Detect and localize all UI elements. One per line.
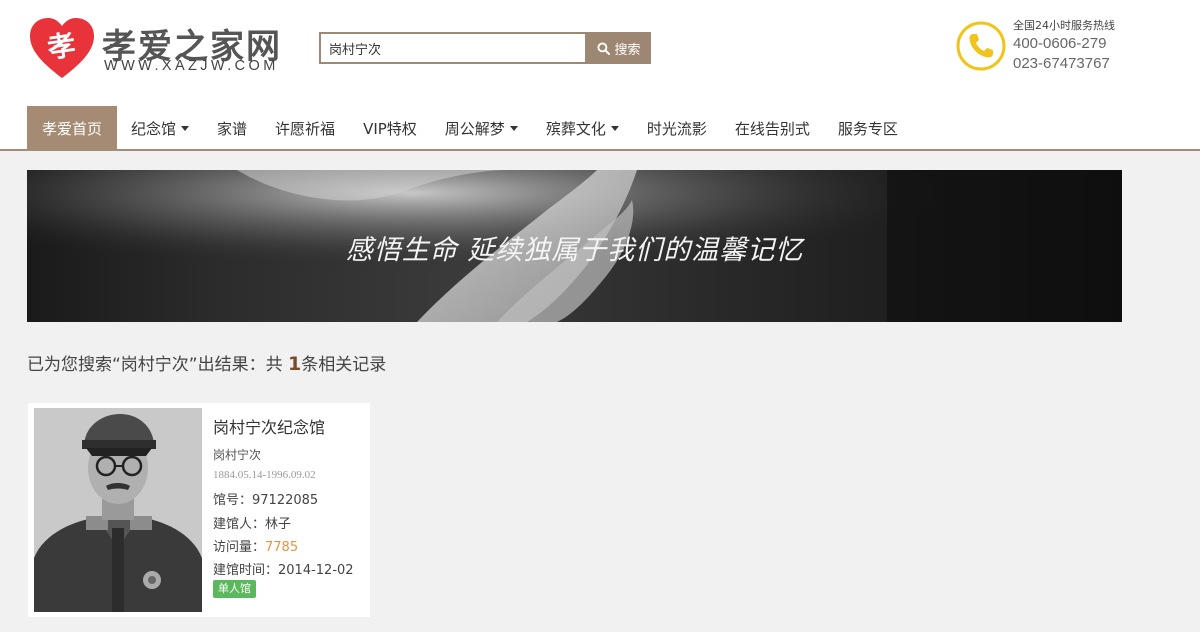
memorial-founder-value: 林子 [265, 517, 292, 532]
nav-item-label: 孝爱首页 [42, 119, 103, 138]
memorial-visits-value: 7785 [265, 540, 299, 555]
site-logo[interactable]: 孝 孝爱之家网 WWW.XAZJW.COM [28, 16, 318, 80]
nav-item-label: 时光流影 [646, 119, 707, 138]
nav-item-2[interactable]: 家谱 [203, 106, 261, 150]
nav-item-6[interactable]: 殡葬文化 [532, 106, 633, 150]
caret-down-icon [181, 125, 190, 131]
nav-item-label: 服务专区 [837, 119, 898, 138]
memorial-created-label: 建馆时间： [213, 563, 279, 578]
memorial-visits-label: 访问量： [213, 540, 266, 555]
phone-icon [956, 21, 1006, 71]
nav-item-7[interactable]: 时光流影 [633, 106, 721, 150]
nav-item-3[interactable]: 许愿祈福 [261, 106, 349, 150]
memorial-title[interactable]: 岗村宁次纪念馆 [213, 414, 325, 438]
memorial-id-value: 97122085 [252, 493, 319, 508]
nav-item-label: 殡葬文化 [545, 119, 606, 138]
nav-item-5[interactable]: 周公解梦 [431, 106, 532, 150]
search-button[interactable]: 搜索 [587, 32, 651, 64]
nav-item-label: 纪念馆 [131, 119, 177, 138]
search-input[interactable] [319, 32, 587, 64]
memorial-id: 馆号：97122085 [213, 489, 318, 508]
nav-item-label: 许愿祈福 [275, 119, 336, 138]
hero-banner: 感悟生命 延续独属于我们的温馨记忆 [27, 170, 1122, 322]
nav-list: 孝爱首页 纪念馆 家谱 许愿祈福 VIP特权 周公解梦 殡葬文化 时光流影 在线告别式 服务专区 [27, 106, 912, 150]
result-prefix: 已为您搜索“岗村宁次”出结果：共 [27, 355, 289, 375]
memorial-dates: 1884.05.14-1996.09.02 [213, 469, 316, 481]
result-count: 1 [288, 353, 302, 375]
heart-logo-icon: 孝 [30, 18, 94, 78]
portrait-image [34, 408, 202, 612]
site-url: WWW.XAZJW.COM [104, 58, 279, 74]
nav-item-9[interactable]: 服务专区 [824, 106, 912, 150]
memorial-founder-label: 建馆人： [213, 517, 266, 532]
caret-down-icon [610, 125, 619, 131]
nav-item-8[interactable]: 在线告别式 [721, 106, 824, 150]
search-result-summary: 已为您搜索“岗村宁次”出结果：共 1条相关记录 [27, 350, 386, 375]
nav-item-0[interactable]: 孝爱首页 [27, 106, 118, 150]
nav-item-label: VIP特权 [363, 119, 417, 138]
memorial-id-label: 馆号： [213, 493, 253, 508]
main-nav: 孝爱首页 纪念馆 家谱 许愿祈福 VIP特权 周公解梦 殡葬文化 时光流影 在线告别式 服务专区 [0, 105, 1200, 151]
caret-down-icon [509, 125, 518, 131]
memorial-type-badge: 单人馆 [213, 580, 256, 598]
search-button-label: 搜索 [614, 42, 641, 58]
svg-text:孝: 孝 [45, 28, 77, 65]
site-header: 孝 孝爱之家网 WWW.XAZJW.COM 搜索 全国24小时服务热线 400-… [0, 0, 1200, 105]
memorial-visits: 访问量：7785 [213, 536, 298, 555]
nav-item-1[interactable]: 纪念馆 [117, 106, 203, 150]
nav-item-4[interactable]: VIP特权 [349, 106, 431, 150]
memorial-person-name: 岗村宁次 [213, 448, 262, 462]
search-icon [597, 41, 611, 55]
memorial-info: 岗村宁次纪念馆 岗村宁次 1884.05.14-1996.09.02 馆号：97… [213, 403, 368, 617]
result-suffix: 条相关记录 [301, 355, 387, 375]
memorial-created: 建馆时间：2014-12-02 [213, 559, 354, 578]
memorial-card[interactable]: 岗村宁次纪念馆 岗村宁次 1884.05.14-1996.09.02 馆号：97… [28, 403, 370, 617]
nav-item-label: 在线告别式 [734, 119, 810, 138]
hotline-block: 全国24小时服务热线 400-0606-279 023-67473767 [955, 15, 1175, 79]
memorial-photo[interactable] [34, 408, 202, 612]
hotline-label: 全国24小时服务热线 [1013, 19, 1115, 32]
nav-item-label: 周公解梦 [444, 119, 505, 138]
banner-slogan: 感悟生命 延续独属于我们的温馨记忆 [345, 235, 804, 266]
memorial-founder: 建馆人：林子 [213, 513, 291, 532]
memorial-created-value: 2014-12-02 [278, 563, 354, 578]
hotline-number-2: 023-67473767 [1013, 55, 1110, 72]
hotline-number-1: 400-0606-279 [1013, 35, 1107, 52]
nav-item-label: 家谱 [217, 119, 248, 138]
